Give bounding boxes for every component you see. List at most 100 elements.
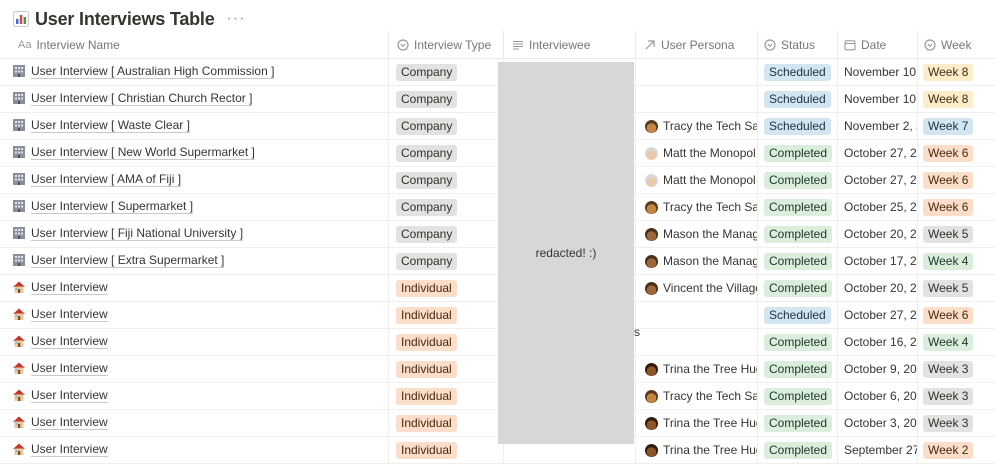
week-cell[interactable]: Week 3 bbox=[923, 356, 995, 382]
user-persona-cell[interactable] bbox=[645, 59, 757, 85]
interview-name-cell[interactable]: User Interview bbox=[12, 356, 382, 382]
interview-type-cell[interactable]: Company bbox=[396, 140, 500, 166]
more-options-icon[interactable]: ··· bbox=[227, 11, 246, 27]
interview-type-cell[interactable]: Individual bbox=[396, 410, 500, 436]
date-cell[interactable]: October 27, 2 bbox=[844, 140, 917, 166]
interview-name-link[interactable]: User Interview [ Australian High Commiss… bbox=[31, 65, 275, 79]
interview-name-link[interactable]: User Interview [ Supermarket ] bbox=[31, 200, 194, 214]
date-cell[interactable]: October 20, 2 bbox=[844, 221, 917, 247]
user-persona-link[interactable]: Trina the Tree Hug bbox=[663, 443, 757, 457]
status-cell[interactable]: Completed bbox=[764, 437, 837, 463]
user-persona-cell[interactable]: Mason the Manag bbox=[645, 248, 757, 274]
week-cell[interactable]: Week 6 bbox=[923, 167, 995, 193]
interview-type-cell[interactable]: Individual bbox=[396, 356, 500, 382]
interview-name-link[interactable]: User Interview [ Christian Church Rector… bbox=[31, 92, 253, 106]
interview-name-cell[interactable]: User Interview [ AMA of Fiji ] bbox=[12, 167, 382, 193]
interview-name-link[interactable]: User Interview bbox=[31, 443, 108, 457]
user-persona-cell[interactable] bbox=[645, 329, 757, 355]
interview-type-cell[interactable]: Company bbox=[396, 248, 500, 274]
interview-name-link[interactable]: User Interview bbox=[31, 389, 108, 403]
user-persona-cell[interactable] bbox=[645, 302, 757, 328]
user-persona-link[interactable]: Tracy the Tech Sa bbox=[663, 119, 757, 133]
user-persona-link[interactable]: Tracy the Tech Sa bbox=[663, 389, 757, 403]
interview-type-cell[interactable]: Individual bbox=[396, 329, 500, 355]
user-persona-cell[interactable]: Matt the Monopol bbox=[645, 167, 757, 193]
interview-type-cell[interactable]: Individual bbox=[396, 437, 500, 463]
status-cell[interactable]: Completed bbox=[764, 167, 837, 193]
interview-type-cell[interactable]: Company bbox=[396, 194, 500, 220]
user-persona-link[interactable]: Mason the Manag bbox=[663, 254, 757, 268]
interview-name-cell[interactable]: User Interview [ Supermarket ] bbox=[12, 194, 382, 220]
interview-name-cell[interactable]: User Interview bbox=[12, 329, 382, 355]
week-cell[interactable]: Week 6 bbox=[923, 302, 995, 328]
interview-type-cell[interactable]: Company bbox=[396, 113, 500, 139]
interview-name-cell[interactable]: User Interview [ Waste Clear ] bbox=[12, 113, 382, 139]
interview-name-link[interactable]: User Interview bbox=[31, 308, 108, 322]
user-persona-cell[interactable]: Matt the Monopol bbox=[645, 140, 757, 166]
user-persona-link[interactable]: Matt the Monopol bbox=[663, 173, 756, 187]
week-cell[interactable]: Week 4 bbox=[923, 329, 995, 355]
user-persona-cell[interactable]: Trina the Tree Hug bbox=[645, 410, 757, 436]
interview-name-link[interactable]: User Interview bbox=[31, 416, 108, 430]
status-cell[interactable]: Completed bbox=[764, 356, 837, 382]
status-cell[interactable]: Completed bbox=[764, 248, 837, 274]
column-header-interviewee[interactable]: Interviewee bbox=[503, 31, 644, 58]
page-title[interactable]: User Interviews Table bbox=[35, 9, 215, 30]
date-cell[interactable]: October 6, 20 bbox=[844, 383, 917, 409]
interview-name-link[interactable]: User Interview [ AMA of Fiji ] bbox=[31, 173, 182, 187]
user-persona-cell[interactable]: Trina the Tree Hug bbox=[645, 356, 757, 382]
status-cell[interactable]: Scheduled bbox=[764, 302, 837, 328]
status-cell[interactable]: Completed bbox=[764, 275, 837, 301]
week-cell[interactable]: Week 6 bbox=[923, 140, 995, 166]
interview-name-cell[interactable]: User Interview [ Extra Supermarket ] bbox=[12, 248, 382, 274]
user-persona-link[interactable]: Tracy the Tech Sa bbox=[663, 200, 757, 214]
date-cell[interactable]: September 27 bbox=[844, 437, 917, 463]
week-cell[interactable]: Week 5 bbox=[923, 221, 995, 247]
status-cell[interactable]: Scheduled bbox=[764, 59, 837, 85]
interview-type-cell[interactable]: Individual bbox=[396, 275, 500, 301]
week-cell[interactable]: Week 8 bbox=[923, 86, 995, 112]
interview-name-cell[interactable]: User Interview [ Australian High Commiss… bbox=[12, 59, 382, 85]
user-persona-cell[interactable]: Tracy the Tech Sa bbox=[645, 383, 757, 409]
user-persona-cell[interactable]: Mason the Manag bbox=[645, 221, 757, 247]
column-header-date[interactable]: Date bbox=[837, 31, 924, 58]
status-cell[interactable]: Completed bbox=[764, 194, 837, 220]
date-cell[interactable]: October 3, 20 bbox=[844, 410, 917, 436]
user-persona-cell[interactable] bbox=[645, 86, 757, 112]
column-header-status[interactable]: Status bbox=[757, 31, 844, 58]
interview-type-cell[interactable]: Company bbox=[396, 59, 500, 85]
date-cell[interactable]: October 27, 2 bbox=[844, 302, 917, 328]
interview-name-link[interactable]: User Interview bbox=[31, 281, 108, 295]
status-cell[interactable]: Scheduled bbox=[764, 86, 837, 112]
interview-name-link[interactable]: User Interview bbox=[31, 335, 108, 349]
interview-name-cell[interactable]: User Interview bbox=[12, 383, 382, 409]
date-cell[interactable]: October 17, 2 bbox=[844, 248, 917, 274]
user-persona-link[interactable]: Vincent the Village bbox=[663, 281, 757, 295]
date-cell[interactable]: November 10, bbox=[844, 59, 917, 85]
column-header-week[interactable]: Week bbox=[917, 31, 995, 58]
user-persona-link[interactable]: Trina the Tree Hug bbox=[663, 416, 757, 430]
status-cell[interactable]: Completed bbox=[764, 410, 837, 436]
user-persona-link[interactable]: Mason the Manag bbox=[663, 227, 757, 241]
interview-type-cell[interactable]: Company bbox=[396, 86, 500, 112]
interview-name-cell[interactable]: User Interview bbox=[12, 437, 382, 463]
status-cell[interactable]: Completed bbox=[764, 329, 837, 355]
column-header-user-persona[interactable]: User Persona bbox=[635, 31, 766, 58]
status-cell[interactable]: Scheduled bbox=[764, 113, 837, 139]
date-cell[interactable]: October 9, 20 bbox=[844, 356, 917, 382]
date-cell[interactable]: October 20, 2 bbox=[844, 275, 917, 301]
date-cell[interactable]: November 10, bbox=[844, 86, 917, 112]
user-persona-cell[interactable]: Tracy the Tech Sa bbox=[645, 194, 757, 220]
interview-name-link[interactable]: User Interview [ Extra Supermarket ] bbox=[31, 254, 225, 268]
interview-name-cell[interactable]: User Interview [ Christian Church Rector… bbox=[12, 86, 382, 112]
date-cell[interactable]: October 27, 2 bbox=[844, 167, 917, 193]
interview-name-link[interactable]: User Interview bbox=[31, 362, 108, 376]
date-cell[interactable]: November 2, 2 bbox=[844, 113, 917, 139]
user-persona-cell[interactable]: Tracy the Tech Sa bbox=[645, 113, 757, 139]
status-cell[interactable]: Completed bbox=[764, 140, 837, 166]
week-cell[interactable]: Week 4 bbox=[923, 248, 995, 274]
week-cell[interactable]: Week 3 bbox=[923, 410, 995, 436]
user-persona-cell[interactable]: Trina the Tree Hug bbox=[645, 437, 757, 463]
interview-type-cell[interactable]: Individual bbox=[396, 383, 500, 409]
interview-name-cell[interactable]: User Interview bbox=[12, 410, 382, 436]
